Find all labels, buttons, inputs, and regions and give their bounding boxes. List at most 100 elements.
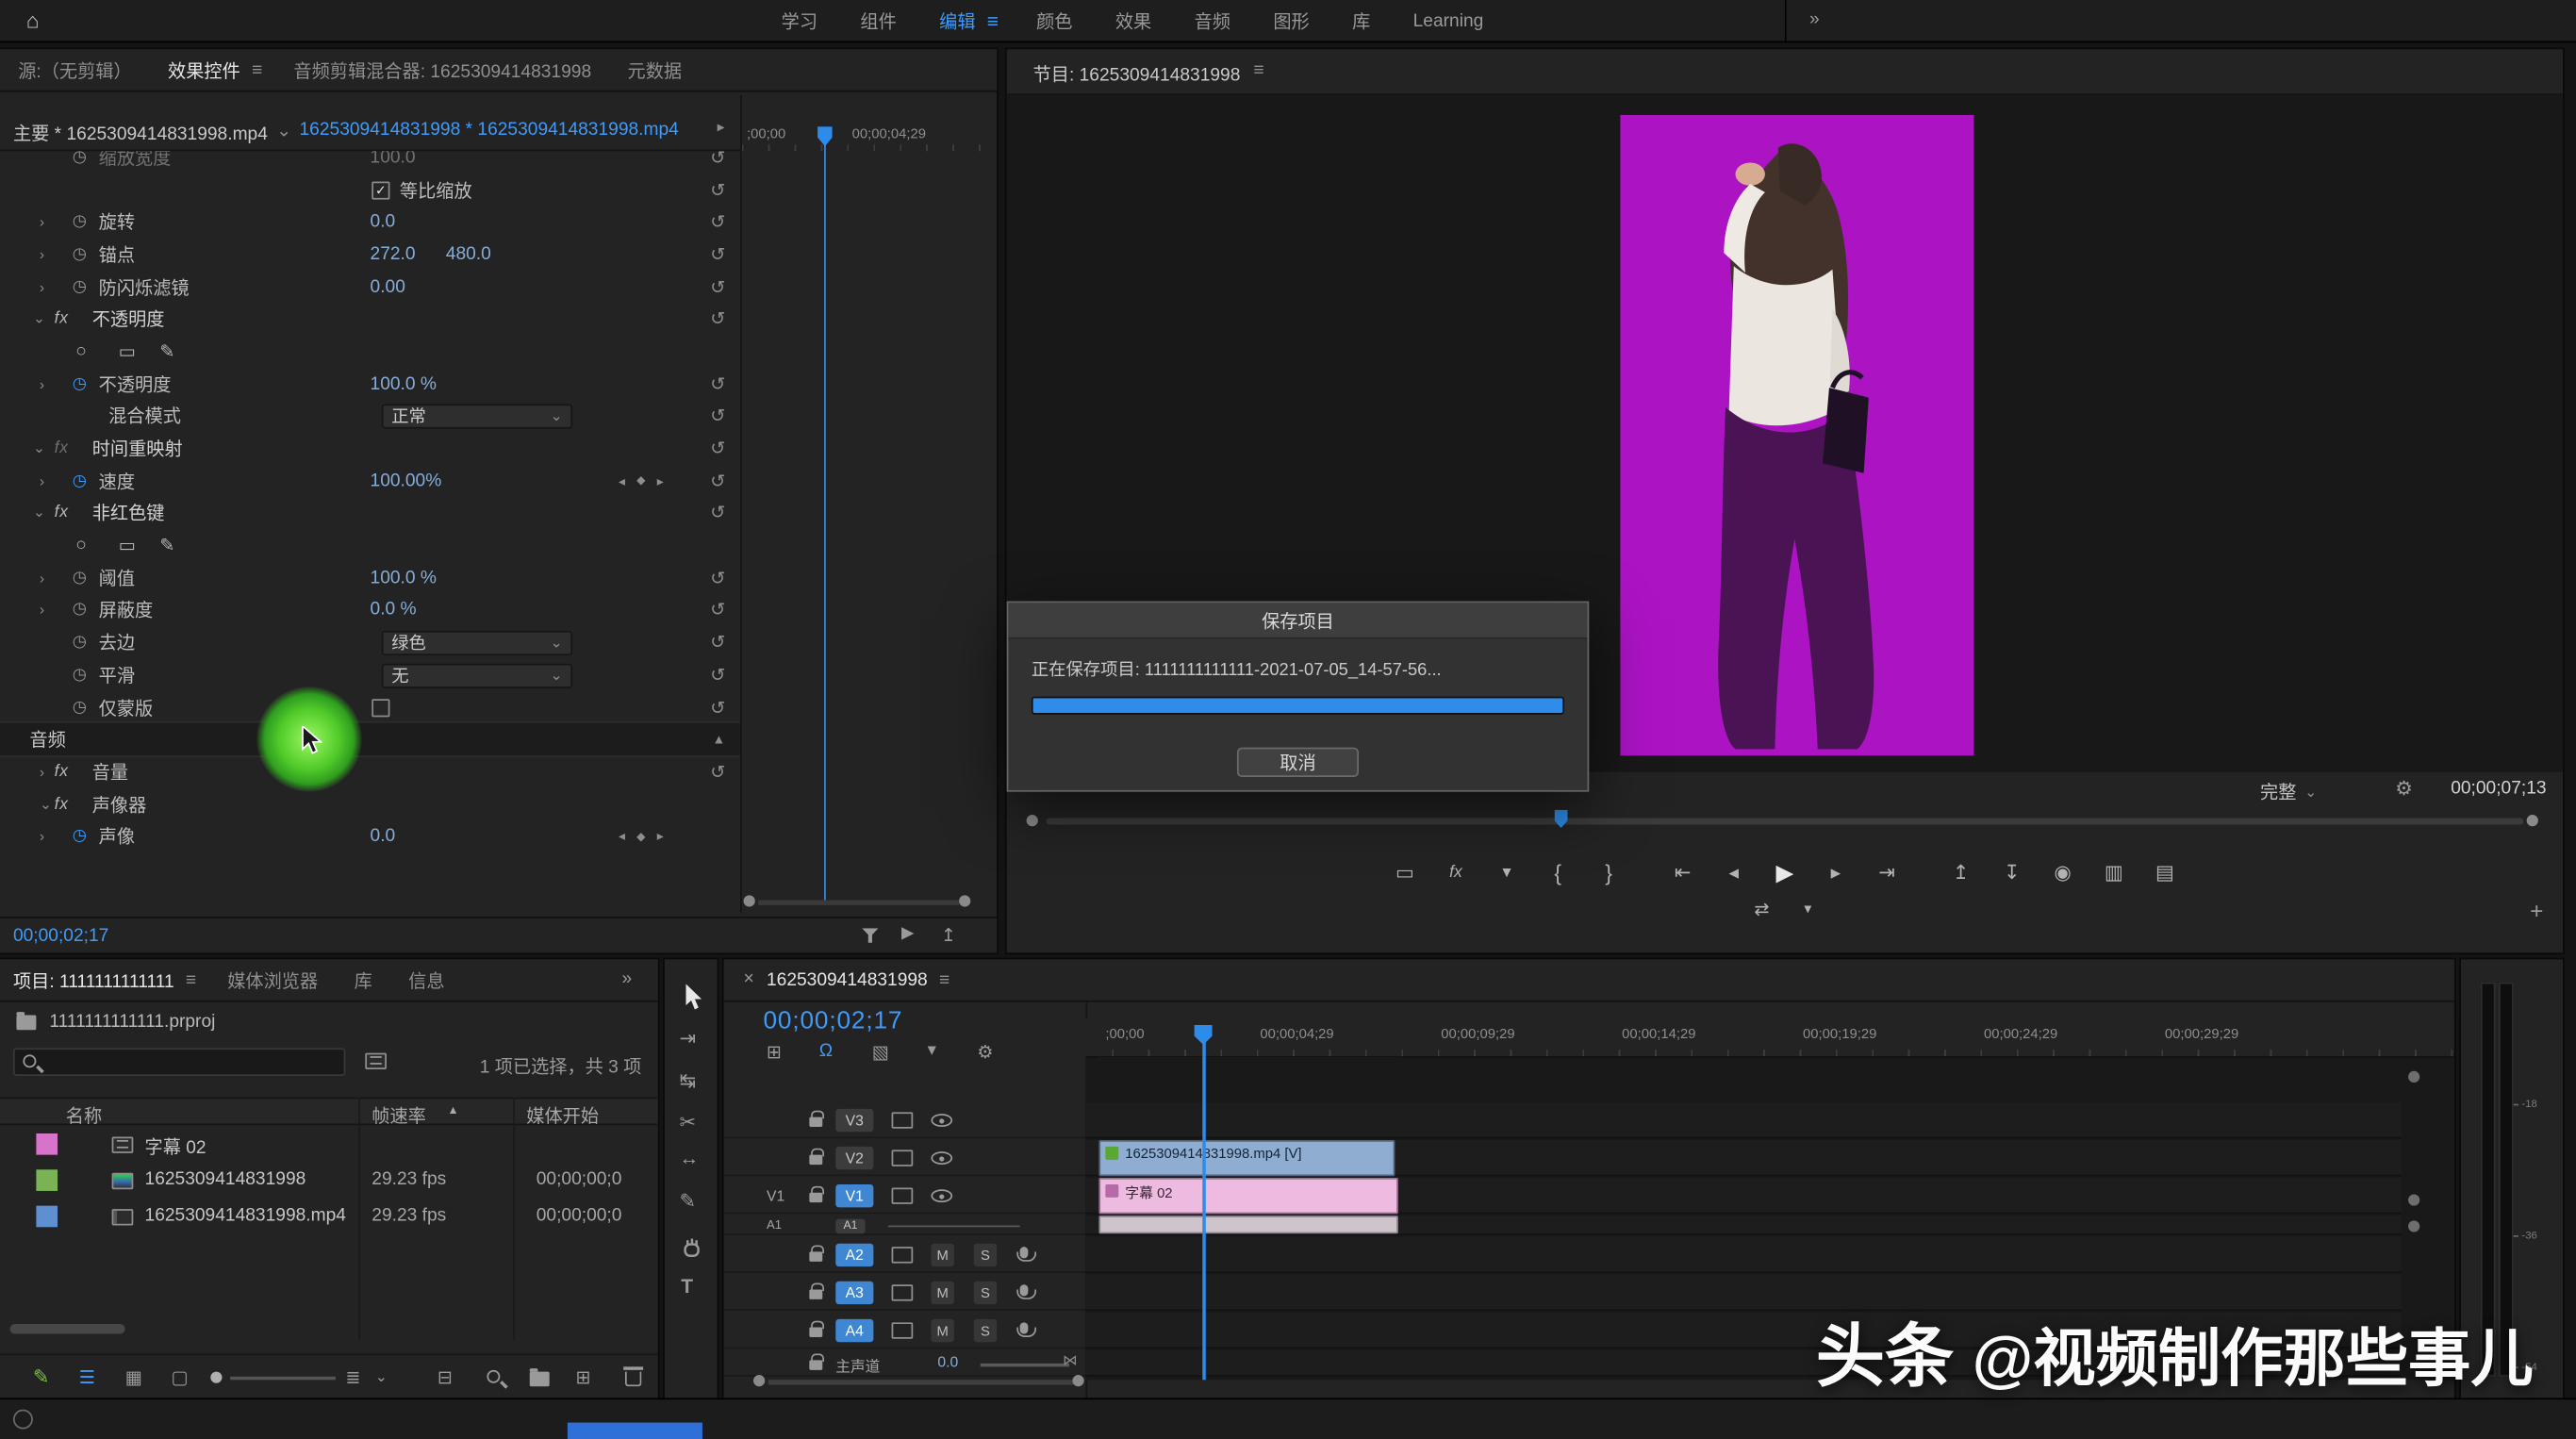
twirl-icon[interactable]: ⌄ xyxy=(33,504,45,522)
param-row-balance[interactable]: › ◷ 声像 0.0 ◂◆▸ xyxy=(0,820,740,848)
reset-icon[interactable]: ↺ xyxy=(710,151,725,168)
mic-icon[interactable] xyxy=(1020,1284,1029,1296)
sort-icon[interactable]: ≣ xyxy=(345,1366,360,1388)
status-icon[interactable] xyxy=(13,1410,33,1430)
lane-v3[interactable] xyxy=(1085,1102,2402,1138)
track-header-v3[interactable]: V3 xyxy=(724,1102,1086,1138)
twirl-icon[interactable]: ⌄ xyxy=(33,310,45,328)
item-name[interactable]: 1625309414831998.mp4 xyxy=(145,1206,346,1226)
add-marker-icon[interactable]: ▼ xyxy=(924,1041,939,1057)
panel-menu-icon[interactable]: ≡ xyxy=(186,970,209,990)
tab-effect-controls[interactable]: 效果控件 xyxy=(150,57,258,83)
effect-section-opacity[interactable]: ⌄ fx 不透明度 ↺ xyxy=(0,303,740,335)
v-scroll-handle[interactable] xyxy=(2408,1220,2419,1232)
fx-badge-icon[interactable]: fx xyxy=(55,310,69,328)
eye-icon[interactable] xyxy=(931,1189,952,1202)
zoom-slider-track[interactable] xyxy=(230,1377,336,1380)
tab-overflow-icon[interactable]: » xyxy=(621,969,632,989)
current-timecode[interactable]: 00;00;02;17 xyxy=(13,926,108,946)
sort-arrow-icon[interactable]: ▲ xyxy=(448,1105,459,1116)
button-editor-plus-icon[interactable]: + xyxy=(2530,897,2543,923)
export-icon[interactable]: ↥ xyxy=(941,925,956,947)
audio-clip-strip[interactable] xyxy=(1098,1216,1398,1233)
param-value[interactable]: 100.00% xyxy=(371,471,442,490)
panel-menu-icon[interactable]: ≡ xyxy=(252,60,275,80)
reset-icon[interactable]: ↺ xyxy=(710,632,725,653)
scroll-handle-left[interactable] xyxy=(744,895,755,906)
reset-icon[interactable]: ↺ xyxy=(710,373,725,395)
tab-sequence[interactable]: 1625309414831998 xyxy=(724,970,946,990)
reset-icon[interactable]: ↺ xyxy=(710,179,725,201)
h-scroll-handle-left[interactable] xyxy=(753,1375,765,1386)
twirl-icon[interactable]: › xyxy=(40,375,44,391)
mic-icon[interactable] xyxy=(1020,1247,1029,1258)
param-value[interactable]: 0.0 % xyxy=(371,601,417,620)
item-name[interactable]: 1625309414831998 xyxy=(145,1169,306,1189)
close-tab-icon[interactable]: × xyxy=(744,969,754,989)
pen-mask-icon[interactable]: ✎ xyxy=(159,340,174,362)
defringe-dropdown[interactable]: 绿色 ⌄ xyxy=(382,631,572,655)
lane-a2[interactable] xyxy=(1085,1237,2402,1273)
timeline-playhead-line[interactable] xyxy=(1202,1041,1205,1380)
stopwatch-icon[interactable]: ◷ xyxy=(73,634,87,652)
lock-icon[interactable] xyxy=(809,1328,822,1337)
scrub-handle-left[interactable] xyxy=(1027,815,1038,826)
fx-badge-icon[interactable]: fx xyxy=(55,795,69,813)
goto-out-icon[interactable]: ⇥ xyxy=(1872,861,1901,884)
track-header-a1[interactable]: A1 A1 xyxy=(724,1216,1086,1235)
program-playhead[interactable] xyxy=(1555,810,1568,828)
safe-margins-icon[interactable]: ▭ xyxy=(1390,861,1419,884)
solo-button[interactable]: S xyxy=(974,1319,997,1342)
param-row-speed[interactable]: › ◷ 速度 100.00% ◂◆▸ ↺ xyxy=(0,465,740,497)
track-output-icon[interactable] xyxy=(892,1322,914,1338)
solo-button[interactable]: S xyxy=(974,1244,997,1266)
solo-button[interactable]: S xyxy=(974,1282,997,1304)
reset-icon[interactable]: ↺ xyxy=(710,308,725,330)
source-patch-label[interactable]: A1 xyxy=(767,1217,782,1232)
track-header-master[interactable]: 主声道 0.0 ⋈ xyxy=(724,1350,1086,1377)
workspace-libraries[interactable]: 库 xyxy=(1330,8,1392,35)
track-label[interactable]: A1 xyxy=(835,1218,865,1233)
track-header-v1[interactable]: V1 V1 xyxy=(724,1178,1086,1214)
timeline-ruler[interactable]: ;00;00 00;00;04;29 00;00;09;29 00;00;14;… xyxy=(1085,1018,2453,1058)
effect-row-volume[interactable]: › fx 音量 ↺ xyxy=(0,755,740,787)
tab-media-browser[interactable]: 媒体浏览器 xyxy=(209,967,336,993)
mark-out-icon[interactable]: } xyxy=(1593,860,1623,885)
h-scrollbar[interactable] xyxy=(758,901,959,905)
source-patch-label[interactable]: V1 xyxy=(767,1187,784,1203)
reset-icon[interactable]: ↺ xyxy=(710,761,725,783)
tab-info[interactable]: 信息 xyxy=(390,967,463,993)
collapse-up-icon[interactable]: ▲ xyxy=(713,732,726,747)
column-name[interactable]: 名称 xyxy=(66,1102,102,1129)
track-output-icon[interactable] xyxy=(892,1150,914,1166)
param-row-mask-only[interactable]: ◷ 仅蒙版 ↺ xyxy=(0,691,740,723)
automate-to-sequence-icon[interactable]: ⊟ xyxy=(438,1366,453,1388)
stopwatch-icon[interactable]: ◷ xyxy=(73,666,87,684)
smoothing-dropdown[interactable]: 无 ⌄ xyxy=(382,663,572,687)
param-row-scale-width[interactable]: ◷ 缩放宽度 100.0 ↺ xyxy=(0,151,740,174)
sort-order-chevron-icon[interactable]: ⌄ xyxy=(375,1368,388,1386)
workspace-effects[interactable]: 效果 xyxy=(1094,8,1173,35)
track-label[interactable]: V1 xyxy=(835,1184,873,1207)
label-swatch[interactable] xyxy=(36,1206,58,1228)
param-value[interactable]: 0.0 xyxy=(371,827,396,847)
stopwatch-icon[interactable]: ◷ xyxy=(73,602,87,620)
param-row-rotation[interactable]: › ◷ 旋转 0.0 ↺ xyxy=(0,206,740,238)
reset-icon[interactable]: ↺ xyxy=(710,471,725,492)
track-label[interactable]: A2 xyxy=(835,1244,873,1266)
mark-in-icon[interactable]: { xyxy=(1543,860,1572,885)
prev-keyframe-icon[interactable]: ◂ xyxy=(619,473,625,488)
type-tool[interactable]: T xyxy=(681,1275,693,1298)
filter-bin-icon[interactable] xyxy=(365,1053,387,1069)
twirl-icon[interactable]: › xyxy=(40,764,44,780)
clip-name-label[interactable]: 1625309414831998 * 1625309414831998.mp4 xyxy=(300,120,679,140)
tab-source-monitor[interactable]: 源:（无剪辑） xyxy=(0,57,150,83)
h-scrollbar[interactable] xyxy=(768,1380,1074,1384)
writable-pencil-icon[interactable]: ✎ xyxy=(33,1365,50,1388)
track-header-a2[interactable]: A2 M S xyxy=(724,1237,1086,1273)
param-value[interactable]: 100.0 % xyxy=(371,568,437,587)
razor-tool[interactable]: ✂ xyxy=(680,1111,697,1133)
param-value-x[interactable]: 272.0 xyxy=(371,244,416,264)
param-row-blend-mode[interactable]: 混合模式 正常 ⌄ ↺ xyxy=(0,400,740,432)
column-media-start[interactable]: 媒体开始 xyxy=(526,1102,599,1129)
